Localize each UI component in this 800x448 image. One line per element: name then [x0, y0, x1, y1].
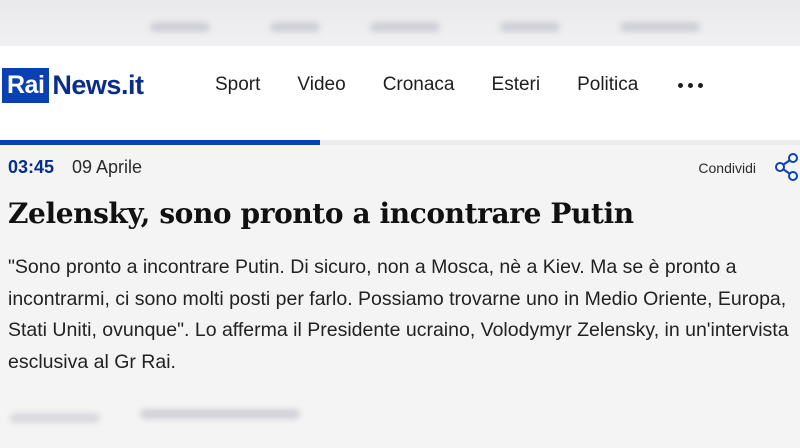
article-time: 03:45: [8, 157, 55, 177]
article-body: "Sono pronto a incontrare Putin. Di sicu…: [8, 256, 789, 373]
more-horizontal-icon[interactable]: [678, 82, 704, 88]
nav-item-cronaca[interactable]: Cronaca: [383, 74, 455, 96]
reading-progress-bar: [0, 140, 320, 145]
article-date: 09 Aprile: [72, 157, 143, 177]
nav-item-politica[interactable]: Politica: [577, 74, 638, 96]
blurred-element: [370, 22, 440, 32]
nav-item-esteri[interactable]: Esteri: [492, 74, 541, 96]
rainews-logo[interactable]: Rai News.it: [2, 67, 144, 103]
nav-item-sport[interactable]: Sport: [215, 74, 260, 96]
article-title: Zelensky, sono pronto a incontrare Putin: [8, 197, 634, 230]
logo-news: News.it: [52, 69, 144, 100]
nav-item-video[interactable]: Video: [297, 74, 345, 96]
blurred-element: [140, 409, 300, 419]
logo-rai: Rai: [2, 67, 50, 103]
blurred-element: [500, 22, 560, 32]
blurred-element: [10, 413, 100, 423]
blurred-footer: [0, 395, 800, 448]
share-icon[interactable]: [772, 152, 800, 182]
blurred-element: [620, 22, 700, 32]
blurred-element: [270, 22, 320, 32]
share-button[interactable]: Condividi: [698, 160, 756, 176]
blurred-browser-bar: [0, 0, 800, 46]
main-nav: Sport Video Cronaca Esteri Politica: [215, 74, 704, 96]
blurred-element: [150, 22, 210, 32]
site-header: Rai News.it Sport Video Cronaca Esteri P…: [0, 46, 800, 140]
